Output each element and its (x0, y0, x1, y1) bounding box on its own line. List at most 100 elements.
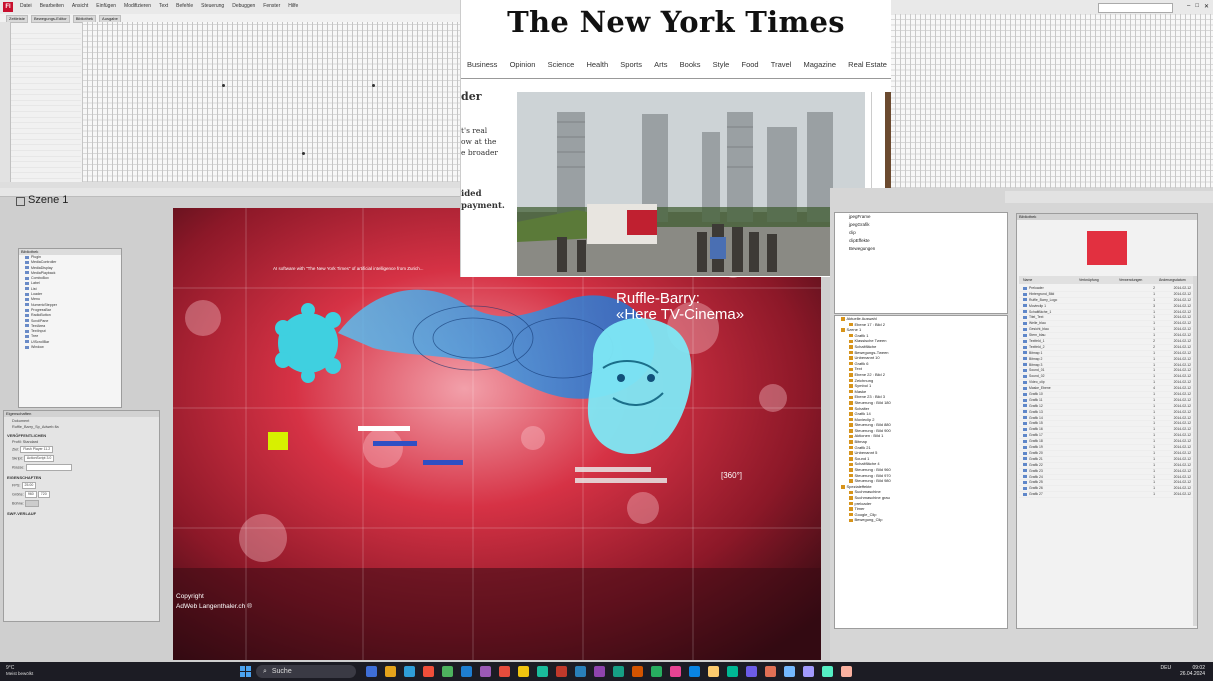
taskbar-app-icon[interactable] (803, 666, 814, 677)
taskbar-app-icon[interactable] (366, 666, 377, 677)
taskbar-app-icon[interactable] (613, 666, 624, 677)
article-teaser[interactable]: der t's real ow at the e broader ided pa… (461, 90, 513, 212)
width-field[interactable]: 960 (24, 491, 37, 498)
nav-item[interactable]: Magazine (803, 60, 836, 69)
taskbar-app-icon[interactable] (670, 666, 681, 677)
outline-row[interactable]: jpegGrafik (835, 221, 1007, 229)
keyframe[interactable] (302, 152, 305, 155)
nav-item[interactable]: Food (742, 60, 759, 69)
outline-top[interactable]: jpegFrame jpegGrafik clip clipEffekte Be… (834, 212, 1008, 314)
menu-item[interactable]: Fenster (263, 3, 280, 9)
outline-row[interactable]: clip (835, 229, 1007, 237)
taskbar-app-icon[interactable] (689, 666, 700, 677)
movie-explorer[interactable]: Aktuelle Auswahl Ebene 17 : Bild 2 Szene 1… (834, 315, 1008, 629)
menu-item[interactable]: Steuerung (201, 3, 224, 9)
taskbar-app-icon[interactable] (461, 666, 472, 677)
menu-item[interactable]: Modifizieren (124, 3, 151, 9)
nav-item[interactable]: Books (680, 60, 701, 69)
taskbar-app-icon[interactable] (765, 666, 776, 677)
menu-item[interactable]: Ansicht (72, 3, 88, 9)
nav-item[interactable]: Business (467, 60, 497, 69)
library-list[interactable]: Preloader 2 2014-02-12 Hintergrund_Bild 1 201… (1019, 286, 1195, 499)
taskbar-app-icon[interactable] (442, 666, 453, 677)
weather-widget[interactable]: 9°C Meist bewölkt (6, 665, 33, 676)
taskbar-app-icon[interactable] (385, 666, 396, 677)
menu-item[interactable]: Datei (20, 3, 32, 9)
target-select[interactable]: Flash Player 11.2 (20, 446, 54, 453)
taskbar-app-icon[interactable] (632, 666, 643, 677)
nav-item[interactable]: Sports (620, 60, 642, 69)
tab-motion-editor[interactable]: Bewegungs-Editor (31, 15, 70, 23)
right-toolbar[interactable] (1005, 191, 1213, 203)
stage-color-swatch[interactable] (25, 500, 40, 507)
section-publish[interactable]: VERÖFFENTLICHEN (7, 433, 156, 438)
taskbar-app-icon[interactable] (537, 666, 548, 677)
scene-label[interactable]: Szene 1 (28, 194, 68, 206)
outline-row[interactable]: clipEffekte (835, 237, 1007, 245)
menu-item[interactable]: Einfügen (96, 3, 116, 9)
frame-grid[interactable] (82, 22, 460, 182)
class-field[interactable] (25, 464, 72, 471)
menu-item[interactable]: Hilfe (288, 3, 298, 9)
fps-field[interactable]: 25.00 (21, 482, 37, 489)
keyframe[interactable] (372, 84, 375, 87)
system-tray[interactable]: DEU 09:02 26.04.2024 (1161, 665, 1205, 677)
keyframe[interactable] (222, 84, 225, 87)
taskbar-app-icon[interactable] (518, 666, 529, 677)
menu-item[interactable]: Bearbeiten (40, 3, 64, 9)
taskbar-app-icon[interactable] (404, 666, 415, 677)
nav-item[interactable]: Real Estate (848, 60, 887, 69)
menu-item[interactable]: Befehle (176, 3, 193, 9)
col-header[interactable]: Verknüpfung (1079, 276, 1099, 284)
taskbar-app-icon[interactable] (499, 666, 510, 677)
taskbar-app-icon[interactable] (708, 666, 719, 677)
nyt-masthead[interactable]: The New York Times (461, 5, 891, 39)
nav-item[interactable]: Science (548, 60, 575, 69)
menu-item[interactable]: Debuggen (232, 3, 255, 9)
close-icon[interactable]: ✕ (1204, 3, 1209, 10)
maximize-icon[interactable]: □ (1195, 3, 1199, 10)
taskbar-app-icon[interactable] (423, 666, 434, 677)
script-select[interactable]: ActionScript 3.0 (23, 455, 55, 462)
nav-item[interactable]: Travel (771, 60, 792, 69)
library-item-uses: 4 (1153, 386, 1155, 391)
menu-item[interactable]: Text (159, 3, 168, 9)
windows-start-icon[interactable] (240, 666, 251, 677)
outline-row[interactable]: jpegFrame (835, 213, 1007, 221)
layer-list[interactable] (11, 28, 81, 188)
taskbar-app-icon[interactable] (727, 666, 738, 677)
taskbar-app-icon[interactable] (480, 666, 491, 677)
taskbar-app-icon[interactable] (594, 666, 605, 677)
taskbar-app-icon[interactable] (822, 666, 833, 677)
col-header[interactable]: Name (1023, 278, 1032, 282)
component-list[interactable]: Plugin MediaController MediaDisplay MediaPl… (19, 255, 121, 350)
taskbar-app-icon[interactable] (651, 666, 662, 677)
taskbar-app-icon[interactable] (746, 666, 757, 677)
library-item[interactable]: Grafik 27 1 2014-02-12 (1019, 492, 1195, 499)
timeline-frames-right[interactable] (890, 14, 1213, 188)
section-history[interactable]: SWF-VERLAUF (7, 511, 156, 516)
component-item[interactable]: Window (19, 345, 121, 350)
library-item-name: Grafik 16 (1029, 427, 1043, 432)
taskbar-app-icon[interactable] (841, 666, 852, 677)
nav-item[interactable]: Style (713, 60, 730, 69)
workspace-selector[interactable] (1098, 3, 1173, 13)
height-field[interactable]: 720 (37, 491, 50, 498)
taskbar-app-icon[interactable] (575, 666, 586, 677)
nav-item[interactable]: Opinion (510, 60, 536, 69)
tree-item[interactable]: Bewegung_Clip (835, 517, 1007, 523)
tools-bar[interactable] (0, 22, 11, 188)
taskbar-search[interactable]: ⌕ Suche (256, 665, 356, 678)
minimize-icon[interactable]: – (1187, 3, 1190, 10)
lang-indicator[interactable]: DEU (1161, 665, 1172, 671)
library-scrollbar[interactable] (1193, 276, 1197, 626)
taskbar-app-icon[interactable] (556, 666, 567, 677)
outline-row[interactable]: Bewegungen (835, 245, 1007, 253)
taskbar-app-icon[interactable] (784, 666, 795, 677)
section-properties[interactable]: EIGENSCHAFTEN (7, 475, 156, 480)
nyt-lead-photo[interactable] (517, 92, 865, 276)
nav-item[interactable]: Arts (654, 60, 667, 69)
nav-item[interactable]: Health (586, 60, 608, 69)
col-header[interactable]: Änderungsdatum (1159, 276, 1186, 284)
col-header[interactable]: Verwendungen (1119, 276, 1142, 284)
